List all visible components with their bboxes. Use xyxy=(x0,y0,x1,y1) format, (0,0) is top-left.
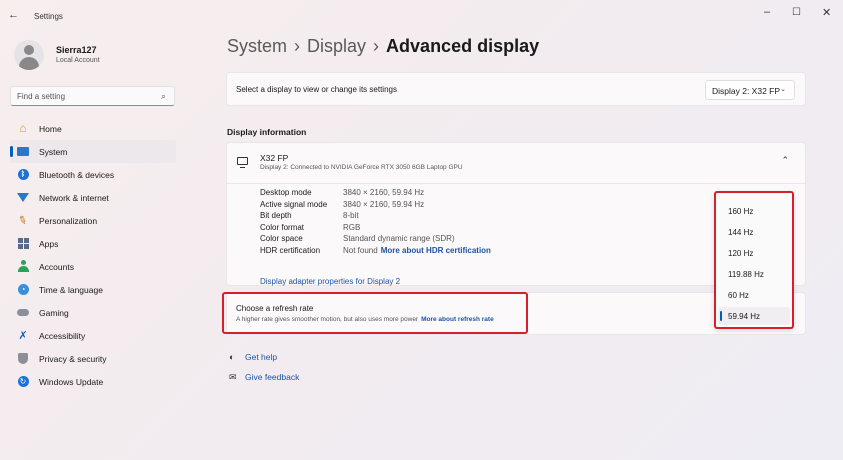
title-bar: ← Settings – ☐ ✕ xyxy=(0,0,843,32)
info-value: 8-bit xyxy=(343,211,359,221)
back-arrow-icon[interactable]: ← xyxy=(8,9,19,21)
sidebar-nav: ⌂ Home System ᛒ Bluetooth & devices Netw… xyxy=(10,117,176,393)
home-icon: ⌂ xyxy=(19,121,27,135)
avatar xyxy=(14,40,44,70)
minimize-icon[interactable]: – xyxy=(764,6,770,18)
globe-icon: ◔ xyxy=(17,283,29,295)
breadcrumb-display[interactable]: Display xyxy=(307,36,366,56)
chevron-down-icon: ⌄ xyxy=(780,86,786,93)
maximize-icon[interactable]: ☐ xyxy=(792,7,801,18)
display-dropdown[interactable]: Display 2: X32 FP ⌄ xyxy=(705,80,795,100)
sidebar-item-apps[interactable]: Apps xyxy=(10,232,176,255)
get-help-link[interactable]: ◐ Get help xyxy=(229,352,277,362)
refresh-option-59-94[interactable]: 59.94 Hz xyxy=(718,307,790,325)
info-key: Bit depth xyxy=(260,211,292,221)
refresh-option-119-88[interactable]: 119.88 Hz xyxy=(728,270,764,279)
sidebar-item-label: Bluetooth & devices xyxy=(39,170,115,180)
system-icon xyxy=(17,145,29,157)
update-icon: ↻ xyxy=(17,375,29,387)
info-value: Standard dynamic range (SDR) xyxy=(343,234,455,244)
refresh-option-60[interactable]: 60 Hz xyxy=(728,291,749,300)
brush-icon: ✎ xyxy=(16,213,30,228)
refresh-rate-highlight xyxy=(222,292,528,334)
sidebar-item-label: Privacy & security xyxy=(39,354,107,364)
breadcrumb-separator: › xyxy=(294,36,301,56)
app-title: Settings xyxy=(34,12,63,21)
help-icon: ◐ xyxy=(229,352,235,362)
sidebar-item-system[interactable]: System xyxy=(10,140,176,163)
selection-indicator xyxy=(720,311,722,321)
section-title: Display information xyxy=(227,127,307,137)
sidebar-item-label: Accounts xyxy=(39,262,74,272)
accessibility-icon: ✗ xyxy=(18,329,28,342)
user-account-type: Local Account xyxy=(56,57,100,64)
select-display-card: Select a display to view or change its s… xyxy=(226,72,806,106)
info-key: Active signal mode xyxy=(260,199,328,209)
sidebar-item-label: Home xyxy=(39,124,62,134)
get-help-label: Get help xyxy=(245,352,278,362)
info-value: 3840 × 2160, 59.94 Hz xyxy=(343,199,425,209)
info-value: Not found More about HDR certification xyxy=(343,246,491,255)
info-key: Color space xyxy=(260,234,303,244)
info-value: 3840 × 2160, 59.94 Hz xyxy=(343,188,425,197)
display-dropdown-value: Display 2: X32 FP xyxy=(712,86,781,96)
refresh-option-144[interactable]: 144 Hz xyxy=(728,228,753,237)
sidebar-item-network[interactable]: Network & internet xyxy=(10,186,176,209)
feedback-icon: ✉ xyxy=(229,372,237,382)
wifi-icon xyxy=(17,191,29,203)
sidebar-item-label: Gaming xyxy=(39,308,69,318)
search-icon[interactable]: ⌕ xyxy=(161,91,166,102)
monitor-name: X32 FP xyxy=(260,153,289,163)
search-input[interactable]: Find a setting xyxy=(17,92,65,101)
refresh-option-120[interactable]: 120 Hz xyxy=(728,249,753,258)
divider xyxy=(227,183,805,184)
sidebar-item-bluetooth[interactable]: ᛒ Bluetooth & devices xyxy=(10,163,176,186)
close-icon[interactable]: ✕ xyxy=(822,6,831,19)
selection-indicator xyxy=(10,146,13,157)
breadcrumb: System › Display › Advanced display xyxy=(227,36,539,57)
shield-icon xyxy=(17,352,29,364)
sidebar-item-label: Network & internet xyxy=(39,193,109,203)
refresh-rate-menu: 160 Hz 144 Hz 120 Hz 119.88 Hz 60 Hz 59.… xyxy=(714,191,794,329)
sidebar-item-privacy[interactable]: Privacy & security xyxy=(10,347,176,370)
hdr-status: Not found xyxy=(343,245,378,255)
search-box[interactable]: Find a setting ⌕ xyxy=(10,86,175,106)
give-feedback-link[interactable]: ✉ Give feedback xyxy=(229,372,299,383)
hdr-certification-link[interactable]: More about HDR certification xyxy=(381,246,491,255)
bluetooth-icon: ᛒ xyxy=(17,168,29,180)
adapter-properties-link[interactable]: Display adapter properties for Display 2 xyxy=(260,277,400,286)
sidebar-item-label: Accessibility xyxy=(39,331,86,341)
monitor-icon xyxy=(237,157,248,168)
info-key: HDR certification xyxy=(260,245,321,255)
sidebar-item-windows-update[interactable]: ↻ Windows Update xyxy=(10,370,176,393)
sidebar-item-home[interactable]: ⌂ Home xyxy=(10,117,176,140)
sidebar-item-gaming[interactable]: Gaming xyxy=(10,301,176,324)
sidebar-item-label: Windows Update xyxy=(39,377,104,387)
chevron-up-icon[interactable]: ⌃ xyxy=(781,155,789,166)
sidebar-item-label: Time & language xyxy=(39,285,103,295)
sidebar-item-time-language[interactable]: ◔ Time & language xyxy=(10,278,176,301)
sidebar-item-personalization[interactable]: ✎ Personalization xyxy=(10,209,176,232)
user-name: Sierra127 xyxy=(56,45,97,55)
sidebar-item-accessibility[interactable]: ✗ Accessibility xyxy=(10,324,176,347)
monitor-connection: Display 2: Connected to NVIDIA GeForce R… xyxy=(260,164,463,171)
page-title: Advanced display xyxy=(386,36,540,56)
sidebar-item-label: Apps xyxy=(39,239,59,249)
info-key: Desktop mode xyxy=(260,188,312,197)
sidebar-item-label: Personalization xyxy=(39,216,98,226)
select-display-label: Select a display to view or change its s… xyxy=(236,85,397,94)
sidebar-item-label: System xyxy=(39,147,68,157)
sidebar-item-accounts[interactable]: Accounts xyxy=(10,255,176,278)
breadcrumb-system[interactable]: System xyxy=(227,36,287,56)
apps-icon xyxy=(17,237,29,249)
info-key: Color format xyxy=(260,222,305,232)
person-icon xyxy=(17,260,29,272)
user-profile[interactable]: Sierra127 Local Account xyxy=(14,40,174,72)
controller-icon xyxy=(17,306,29,318)
info-value: RGB xyxy=(343,222,361,232)
give-feedback-label: Give feedback xyxy=(245,372,300,382)
breadcrumb-separator: › xyxy=(373,36,380,56)
refresh-option-160[interactable]: 160 Hz xyxy=(728,207,753,216)
refresh-option-label: 59.94 Hz xyxy=(728,312,761,321)
